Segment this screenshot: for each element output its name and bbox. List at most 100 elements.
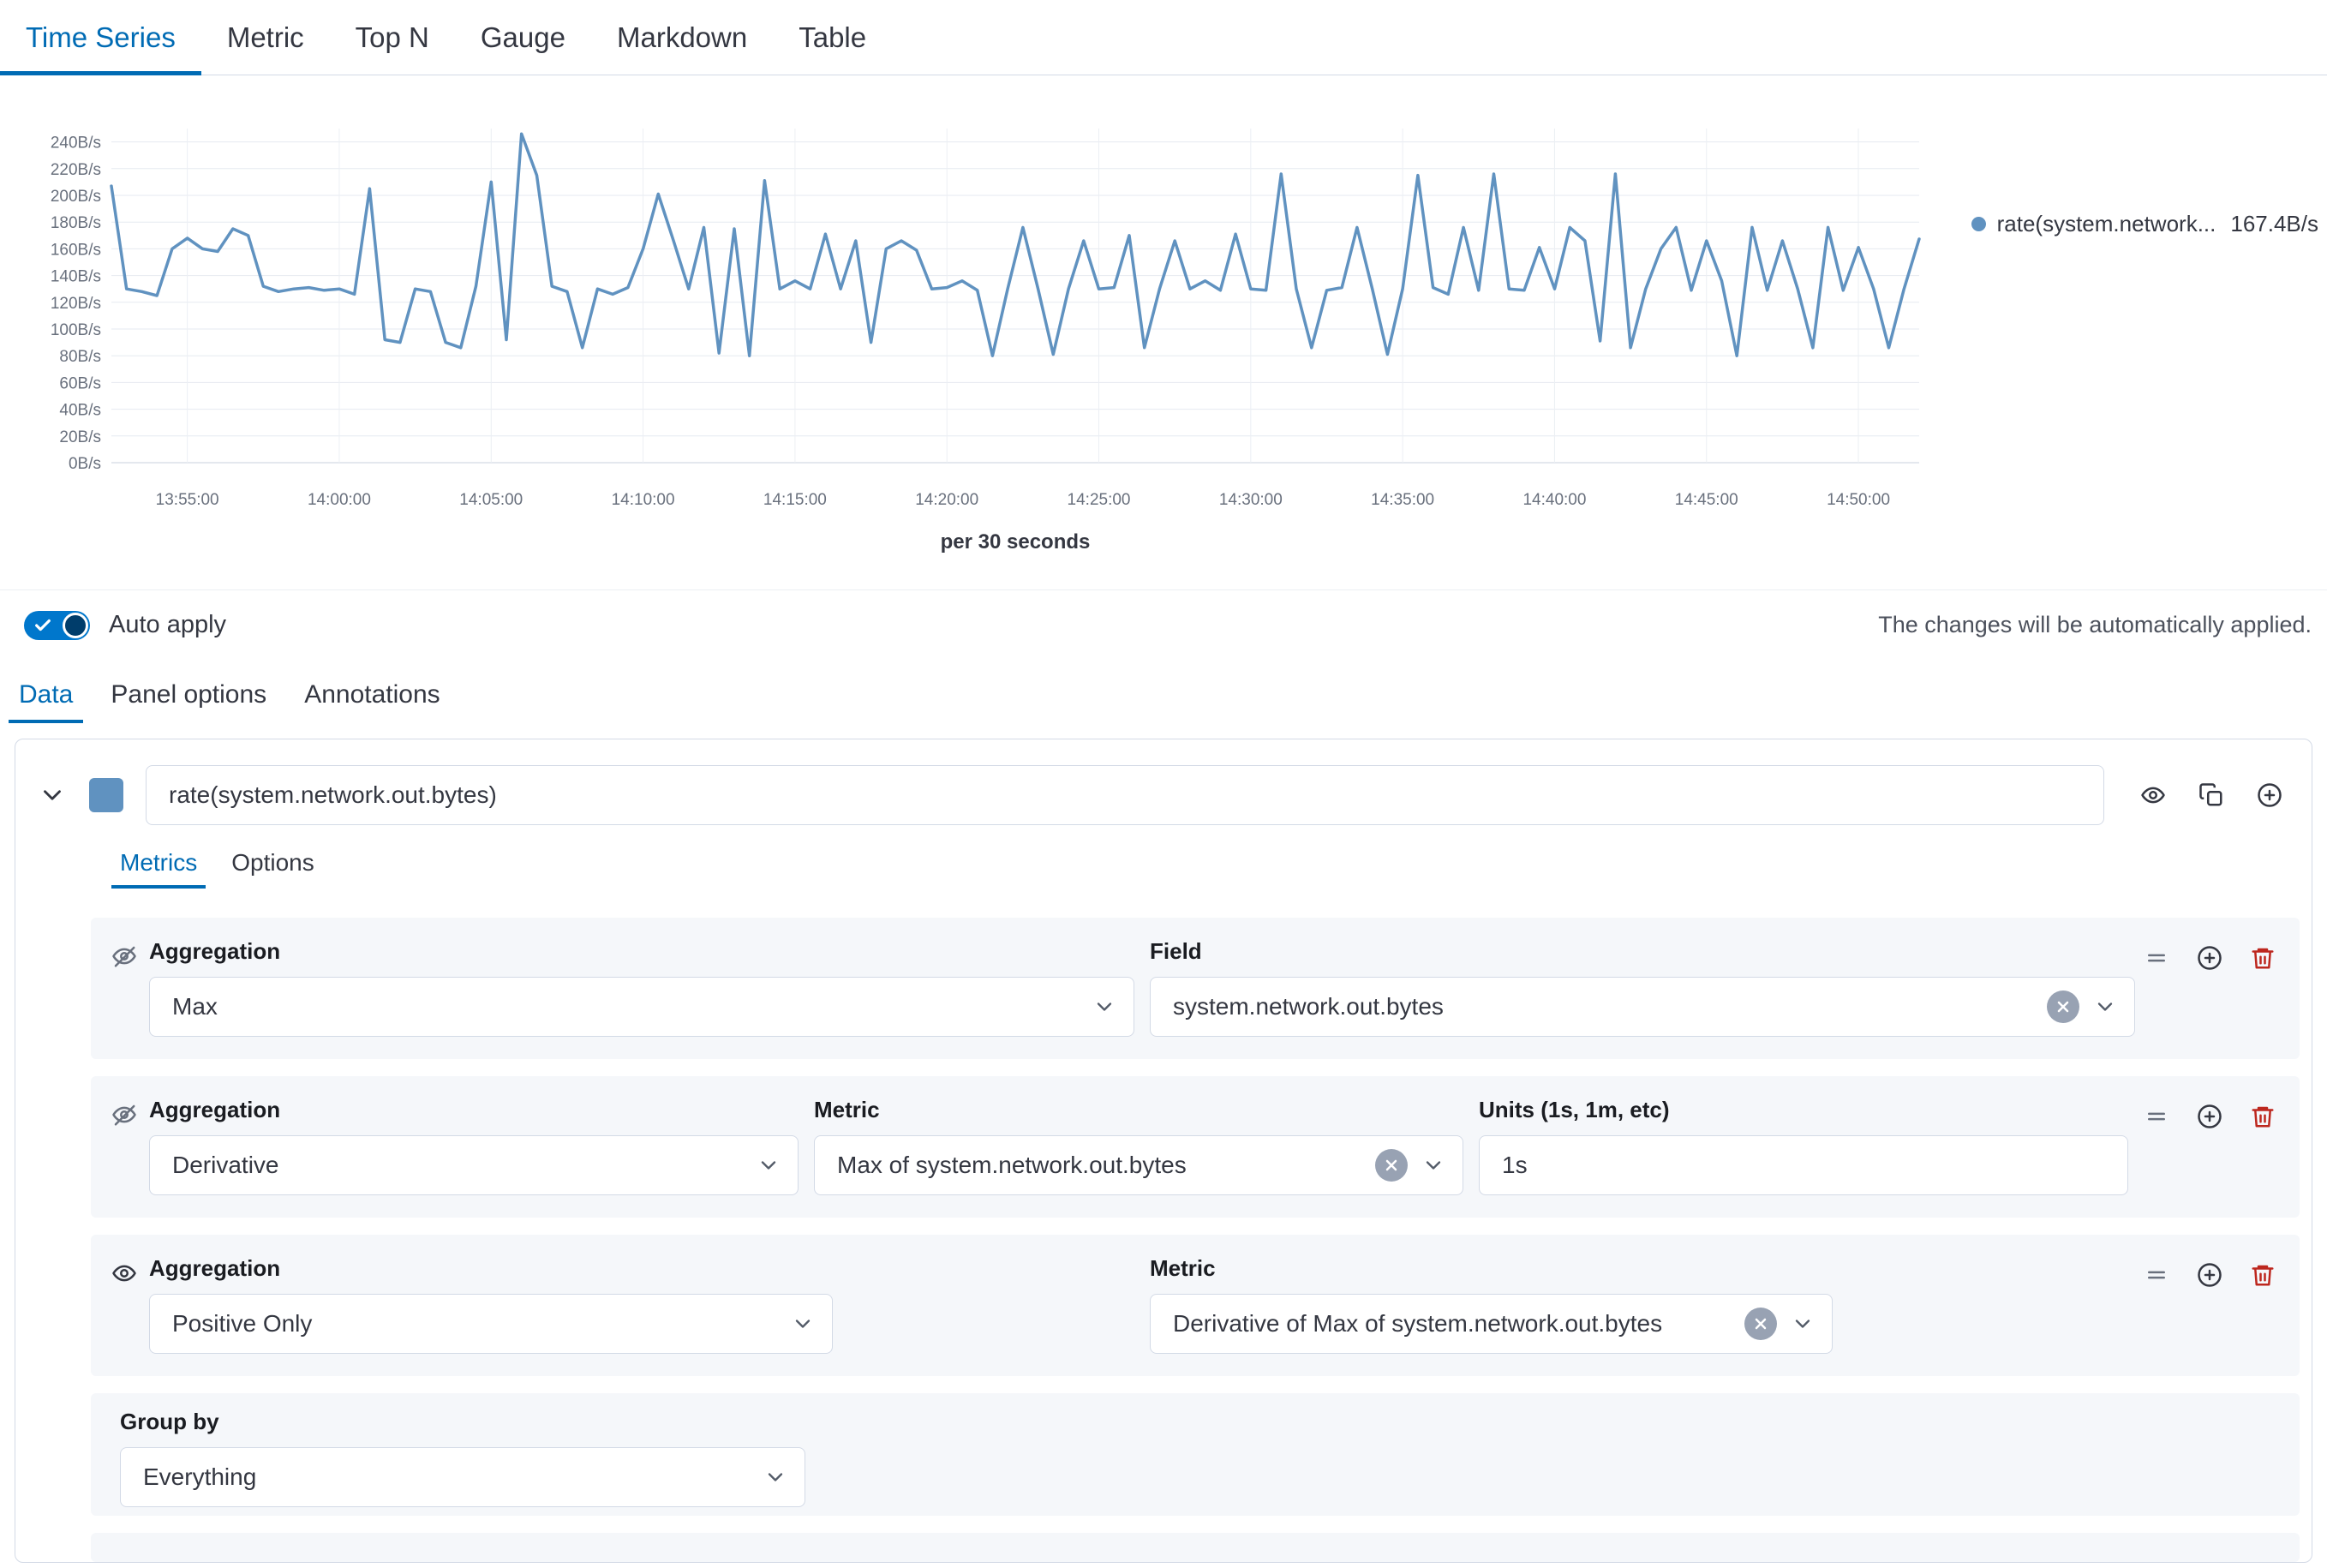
group-by-value: Everything (143, 1463, 763, 1491)
visualization-type-tabs: Time Series Metric Top N Gauge Markdown … (0, 0, 2327, 75)
auto-apply-bar: Auto apply The changes will be automatic… (0, 589, 2327, 660)
metric-select[interactable]: Derivative of Max of system.network.out.… (1150, 1294, 1833, 1354)
chevron-down-icon (791, 1312, 815, 1336)
chevron-down-icon (757, 1153, 781, 1177)
svg-text:120B/s: 120B/s (51, 295, 101, 313)
series-visibility-eye-icon[interactable] (2140, 782, 2166, 808)
svg-text:14:25:00: 14:25:00 (1068, 491, 1131, 509)
auto-apply-hint: The changes will be automatically applie… (1878, 612, 2312, 638)
editor-tabs: Data Panel options Annotations (0, 660, 2327, 723)
field-select[interactable]: system.network.out.bytes (1150, 977, 2135, 1037)
svg-text:14:05:00: 14:05:00 (459, 491, 523, 509)
tab-gauge[interactable]: Gauge (455, 0, 591, 75)
chart-legend[interactable]: rate(system.network... 167.4B/s (1971, 211, 2318, 237)
metric-field: Metric Derivative of Max of system.netwo… (1150, 1255, 1833, 1354)
series-label-input[interactable] (146, 765, 2104, 825)
svg-text:14:30:00: 14:30:00 (1219, 491, 1283, 509)
series-header (15, 739, 2312, 842)
svg-text:20B/s: 20B/s (59, 428, 101, 446)
metric-field: Metric Max of system.network.out.bytes (814, 1097, 1463, 1195)
tab-data[interactable]: Data (9, 680, 83, 723)
svg-text:240B/s: 240B/s (51, 135, 101, 153)
group-by-select[interactable]: Everything (120, 1447, 805, 1507)
chevron-down-icon (2093, 995, 2117, 1019)
metric-select[interactable]: Max of system.network.out.bytes (814, 1135, 1463, 1195)
svg-text:14:15:00: 14:15:00 (763, 491, 827, 509)
row-actions (2144, 1104, 2276, 1129)
tab-annotations[interactable]: Annotations (294, 680, 450, 723)
legend-series-dot (1971, 217, 1986, 231)
metric-label: Metric (1150, 1255, 1833, 1282)
svg-text:140B/s: 140B/s (51, 268, 101, 286)
next-row-partial (91, 1533, 2300, 1562)
auto-apply-toggle[interactable] (24, 611, 90, 640)
chevron-down-icon (1421, 1153, 1445, 1177)
aggregation-field: Aggregation Derivative (149, 1097, 799, 1195)
aggregation-select[interactable]: Max (149, 977, 1134, 1037)
aggregation-value: Max (172, 993, 1092, 1020)
units-input[interactable] (1479, 1135, 2128, 1195)
add-metric-icon[interactable] (2197, 1262, 2222, 1288)
legend-series-label: rate(system.network... (1997, 211, 2216, 237)
svg-text:40B/s: 40B/s (59, 402, 101, 420)
tab-table[interactable]: Table (773, 0, 892, 75)
svg-text:200B/s: 200B/s (51, 188, 101, 206)
svg-text:14:45:00: 14:45:00 (1675, 491, 1738, 509)
svg-text:100B/s: 100B/s (51, 321, 101, 339)
drag-handle-icon[interactable] (2144, 1262, 2169, 1288)
toggle-thumb (63, 613, 88, 638)
field-value: system.network.out.bytes (1173, 993, 2038, 1020)
group-by-label: Group by (120, 1409, 219, 1434)
add-metric-icon[interactable] (2197, 1104, 2222, 1129)
aggregation-select[interactable]: Derivative (149, 1135, 799, 1195)
metric-row-positive-only: Aggregation Positive Only Metric Derivat… (91, 1235, 2300, 1376)
add-metric-icon[interactable] (2197, 945, 2222, 971)
clear-selection-icon[interactable] (1375, 1149, 1408, 1182)
svg-text:220B/s: 220B/s (51, 161, 101, 179)
svg-text:14:40:00: 14:40:00 (1522, 491, 1586, 509)
tab-top-n[interactable]: Top N (330, 0, 455, 75)
aggregation-select[interactable]: Positive Only (149, 1294, 833, 1354)
svg-text:180B/s: 180B/s (51, 214, 101, 232)
eye-slash-icon[interactable] (111, 1102, 137, 1128)
tab-markdown[interactable]: Markdown (591, 0, 773, 75)
clone-series-icon[interactable] (2198, 782, 2224, 808)
chevron-down-icon (1092, 995, 1116, 1019)
tab-metrics[interactable]: Metrics (111, 849, 206, 889)
timeseries-chart: 0B/s20B/s40B/s60B/s80B/s100B/s120B/s140B… (9, 115, 1945, 560)
aggregation-label: Aggregation (149, 938, 1134, 965)
units-field: Units (1s, 1m, etc) (1479, 1097, 2128, 1195)
tab-panel-options[interactable]: Panel options (100, 680, 277, 723)
field-label: Field (1150, 938, 2135, 965)
aggregation-label: Aggregation (149, 1097, 799, 1123)
svg-text:per 30 seconds: per 30 seconds (941, 530, 1091, 554)
metric-label: Metric (814, 1097, 1463, 1123)
drag-handle-icon[interactable] (2144, 1104, 2169, 1129)
clear-selection-icon[interactable] (2047, 990, 2079, 1023)
chevron-down-icon (763, 1465, 787, 1489)
svg-text:160B/s: 160B/s (51, 241, 101, 259)
svg-text:0B/s: 0B/s (69, 455, 101, 473)
delete-metric-icon[interactable] (2250, 945, 2276, 971)
chevron-down-icon (1791, 1312, 1815, 1336)
series-color-swatch[interactable] (89, 778, 123, 812)
check-icon (33, 616, 52, 635)
tab-time-series[interactable]: Time Series (0, 0, 201, 75)
svg-text:14:35:00: 14:35:00 (1371, 491, 1434, 509)
units-label: Units (1s, 1m, etc) (1479, 1097, 2128, 1123)
delete-metric-icon[interactable] (2250, 1262, 2276, 1288)
delete-metric-icon[interactable] (2250, 1104, 2276, 1129)
aggregation-value: Derivative (172, 1152, 757, 1179)
auto-apply-label: Auto apply (109, 611, 226, 639)
eye-icon[interactable] (111, 1260, 137, 1286)
collapse-chevron-icon[interactable] (38, 781, 67, 810)
add-series-icon[interactable] (2257, 782, 2282, 808)
svg-text:60B/s: 60B/s (59, 374, 101, 392)
drag-handle-icon[interactable] (2144, 945, 2169, 971)
clear-selection-icon[interactable] (1744, 1308, 1777, 1340)
svg-text:14:00:00: 14:00:00 (308, 491, 371, 509)
tab-metric[interactable]: Metric (201, 0, 330, 75)
group-by-row: Group by Everything (91, 1393, 2300, 1516)
tab-options[interactable]: Options (223, 849, 323, 889)
eye-slash-icon[interactable] (111, 943, 137, 969)
